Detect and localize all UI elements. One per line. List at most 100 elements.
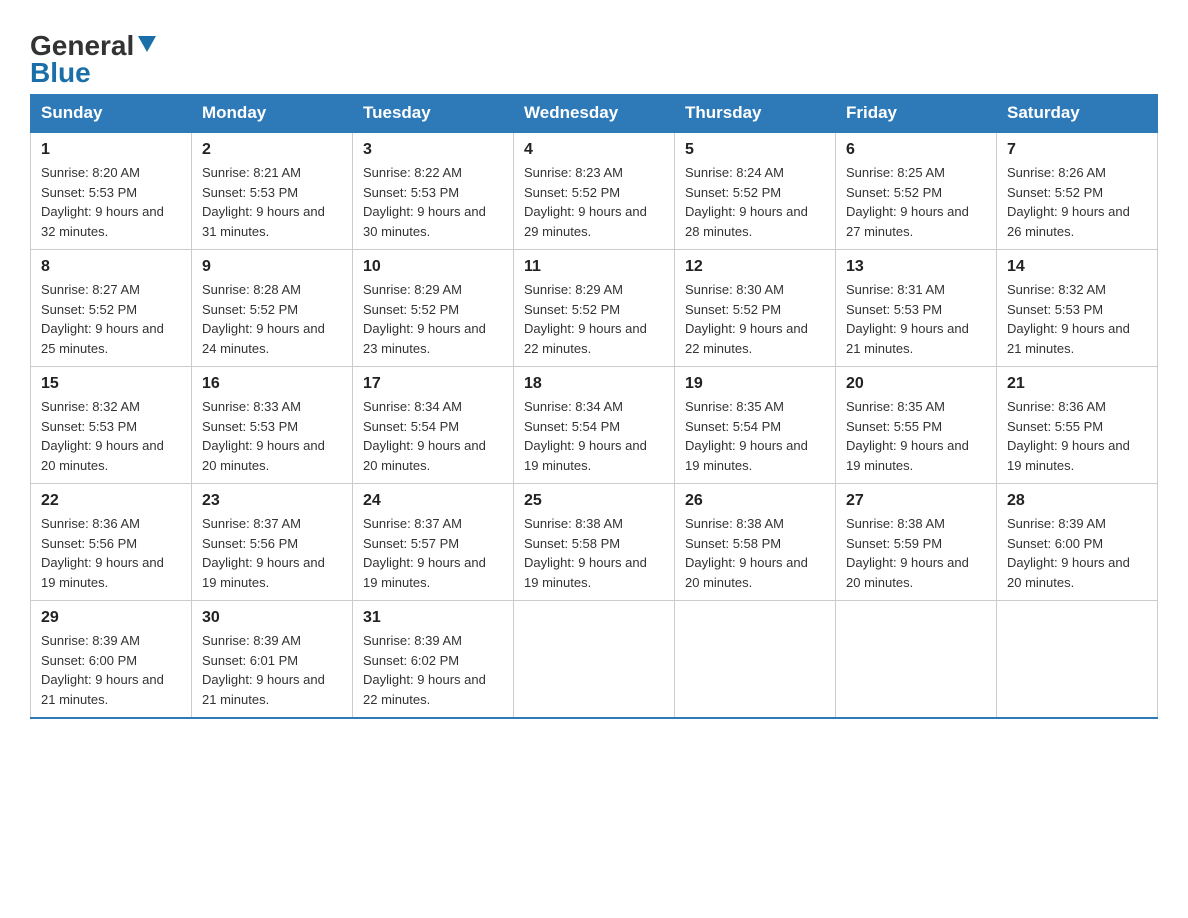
calendar-day-cell: 16 Sunrise: 8:33 AMSunset: 5:53 PMDayligh… [192, 367, 353, 484]
calendar-day-cell: 25 Sunrise: 8:38 AMSunset: 5:58 PMDayligh… [514, 484, 675, 601]
day-info: Sunrise: 8:38 AMSunset: 5:58 PMDaylight:… [685, 514, 825, 592]
logo-blue-text: Blue [30, 62, 91, 84]
day-info: Sunrise: 8:23 AMSunset: 5:52 PMDaylight:… [524, 163, 664, 241]
day-number: 10 [363, 258, 503, 276]
calendar-day-cell: 7 Sunrise: 8:26 AMSunset: 5:52 PMDaylight… [997, 132, 1158, 250]
calendar-week-row: 22 Sunrise: 8:36 AMSunset: 5:56 PMDayligh… [31, 484, 1158, 601]
day-number: 6 [846, 141, 986, 159]
calendar-day-cell: 5 Sunrise: 8:24 AMSunset: 5:52 PMDaylight… [675, 132, 836, 250]
calendar-day-cell: 22 Sunrise: 8:36 AMSunset: 5:56 PMDayligh… [31, 484, 192, 601]
day-info: Sunrise: 8:32 AMSunset: 5:53 PMDaylight:… [41, 397, 181, 475]
calendar-week-row: 29 Sunrise: 8:39 AMSunset: 6:00 PMDayligh… [31, 601, 1158, 719]
day-number: 29 [41, 609, 181, 627]
calendar-day-cell: 30Sunrise: 8:39 AMSunset: 6:01 PMDayligh… [192, 601, 353, 719]
day-info: Sunrise: 8:36 AMSunset: 5:56 PMDaylight:… [41, 514, 181, 592]
calendar-day-cell: 18Sunrise: 8:34 AMSunset: 5:54 PMDayligh… [514, 367, 675, 484]
page-header: General Blue [30, 20, 1158, 84]
calendar-day-cell: 9 Sunrise: 8:28 AMSunset: 5:52 PMDaylight… [192, 250, 353, 367]
calendar-day-cell [997, 601, 1158, 719]
day-of-week-header: Saturday [997, 95, 1158, 133]
day-info: Sunrise: 8:32 AMSunset: 5:53 PMDaylight:… [1007, 280, 1147, 358]
day-number: 23 [202, 492, 342, 510]
day-info: Sunrise: 8:37 AMSunset: 5:56 PMDaylight:… [202, 514, 342, 592]
day-number: 21 [1007, 375, 1147, 393]
calendar-day-cell: 14 Sunrise: 8:32 AMSunset: 5:53 PMDayligh… [997, 250, 1158, 367]
day-info: Sunrise: 8:39 AMSunset: 6:02 PMDaylight:… [363, 631, 503, 709]
day-number: 19 [685, 375, 825, 393]
calendar-day-cell: 26 Sunrise: 8:38 AMSunset: 5:58 PMDayligh… [675, 484, 836, 601]
day-info: Sunrise: 8:34 AMSunset: 5:54 PMDaylight:… [524, 397, 664, 475]
day-number: 3 [363, 141, 503, 159]
day-of-week-header: Sunday [31, 95, 192, 133]
day-number: 8 [41, 258, 181, 276]
calendar-day-cell: 23 Sunrise: 8:37 AMSunset: 5:56 PMDayligh… [192, 484, 353, 601]
day-number: 31 [363, 609, 503, 627]
day-info: Sunrise: 8:34 AMSunset: 5:54 PMDaylight:… [363, 397, 503, 475]
day-info: Sunrise: 8:36 AMSunset: 5:55 PMDaylight:… [1007, 397, 1147, 475]
calendar-week-row: 1 Sunrise: 8:20 AMSunset: 5:53 PMDaylight… [31, 132, 1158, 250]
day-of-week-header: Tuesday [353, 95, 514, 133]
day-number: 2 [202, 141, 342, 159]
calendar-day-cell: 29 Sunrise: 8:39 AMSunset: 6:00 PMDayligh… [31, 601, 192, 719]
calendar-day-cell: 20Sunrise: 8:35 AMSunset: 5:55 PMDayligh… [836, 367, 997, 484]
day-info: Sunrise: 8:35 AMSunset: 5:54 PMDaylight:… [685, 397, 825, 475]
calendar-day-cell: 3 Sunrise: 8:22 AMSunset: 5:53 PMDaylight… [353, 132, 514, 250]
day-info: Sunrise: 8:37 AMSunset: 5:57 PMDaylight:… [363, 514, 503, 592]
calendar-day-cell: 1 Sunrise: 8:20 AMSunset: 5:53 PMDaylight… [31, 132, 192, 250]
day-of-week-header: Friday [836, 95, 997, 133]
calendar-day-cell: 8 Sunrise: 8:27 AMSunset: 5:52 PMDaylight… [31, 250, 192, 367]
calendar-header-row: SundayMondayTuesdayWednesdayThursdayFrid… [31, 95, 1158, 133]
day-info: Sunrise: 8:33 AMSunset: 5:53 PMDaylight:… [202, 397, 342, 475]
day-number: 15 [41, 375, 181, 393]
day-info: Sunrise: 8:20 AMSunset: 5:53 PMDaylight:… [41, 163, 181, 241]
calendar-day-cell: 21 Sunrise: 8:36 AMSunset: 5:55 PMDayligh… [997, 367, 1158, 484]
day-info: Sunrise: 8:38 AMSunset: 5:58 PMDaylight:… [524, 514, 664, 592]
calendar-table: SundayMondayTuesdayWednesdayThursdayFrid… [30, 94, 1158, 719]
day-info: Sunrise: 8:22 AMSunset: 5:53 PMDaylight:… [363, 163, 503, 241]
day-number: 22 [41, 492, 181, 510]
day-number: 14 [1007, 258, 1147, 276]
day-number: 1 [41, 141, 181, 159]
day-number: 24 [363, 492, 503, 510]
day-number: 27 [846, 492, 986, 510]
day-number: 30 [202, 609, 342, 627]
day-info: Sunrise: 8:21 AMSunset: 5:53 PMDaylight:… [202, 163, 342, 241]
calendar-day-cell [675, 601, 836, 719]
calendar-day-cell: 31 Sunrise: 8:39 AMSunset: 6:02 PMDayligh… [353, 601, 514, 719]
day-of-week-header: Wednesday [514, 95, 675, 133]
day-number: 20 [846, 375, 986, 393]
day-info: Sunrise: 8:27 AMSunset: 5:52 PMDaylight:… [41, 280, 181, 358]
calendar-week-row: 15 Sunrise: 8:32 AMSunset: 5:53 PMDayligh… [31, 367, 1158, 484]
calendar-day-cell: 2 Sunrise: 8:21 AMSunset: 5:53 PMDaylight… [192, 132, 353, 250]
logo-arrow-icon [138, 36, 156, 59]
calendar-day-cell: 17Sunrise: 8:34 AMSunset: 5:54 PMDayligh… [353, 367, 514, 484]
calendar-day-cell: 12Sunrise: 8:30 AMSunset: 5:52 PMDayligh… [675, 250, 836, 367]
day-of-week-header: Thursday [675, 95, 836, 133]
day-number: 9 [202, 258, 342, 276]
calendar-day-cell [836, 601, 997, 719]
day-number: 13 [846, 258, 986, 276]
day-info: Sunrise: 8:24 AMSunset: 5:52 PMDaylight:… [685, 163, 825, 241]
calendar-week-row: 8 Sunrise: 8:27 AMSunset: 5:52 PMDaylight… [31, 250, 1158, 367]
calendar-day-cell: 28Sunrise: 8:39 AMSunset: 6:00 PMDayligh… [997, 484, 1158, 601]
day-info: Sunrise: 8:38 AMSunset: 5:59 PMDaylight:… [846, 514, 986, 592]
day-of-week-header: Monday [192, 95, 353, 133]
day-info: Sunrise: 8:39 AMSunset: 6:00 PMDaylight:… [41, 631, 181, 709]
day-number: 5 [685, 141, 825, 159]
day-info: Sunrise: 8:29 AMSunset: 5:52 PMDaylight:… [363, 280, 503, 358]
day-info: Sunrise: 8:29 AMSunset: 5:52 PMDaylight:… [524, 280, 664, 358]
day-info: Sunrise: 8:28 AMSunset: 5:52 PMDaylight:… [202, 280, 342, 358]
calendar-day-cell: 10 Sunrise: 8:29 AMSunset: 5:52 PMDayligh… [353, 250, 514, 367]
day-info: Sunrise: 8:26 AMSunset: 5:52 PMDaylight:… [1007, 163, 1147, 241]
calendar-day-cell: 27 Sunrise: 8:38 AMSunset: 5:59 PMDayligh… [836, 484, 997, 601]
calendar-day-cell: 13 Sunrise: 8:31 AMSunset: 5:53 PMDayligh… [836, 250, 997, 367]
day-info: Sunrise: 8:25 AMSunset: 5:52 PMDaylight:… [846, 163, 986, 241]
day-number: 26 [685, 492, 825, 510]
day-info: Sunrise: 8:31 AMSunset: 5:53 PMDaylight:… [846, 280, 986, 358]
day-number: 4 [524, 141, 664, 159]
day-info: Sunrise: 8:30 AMSunset: 5:52 PMDaylight:… [685, 280, 825, 358]
day-number: 7 [1007, 141, 1147, 159]
day-number: 16 [202, 375, 342, 393]
day-number: 25 [524, 492, 664, 510]
calendar-day-cell: 15 Sunrise: 8:32 AMSunset: 5:53 PMDayligh… [31, 367, 192, 484]
